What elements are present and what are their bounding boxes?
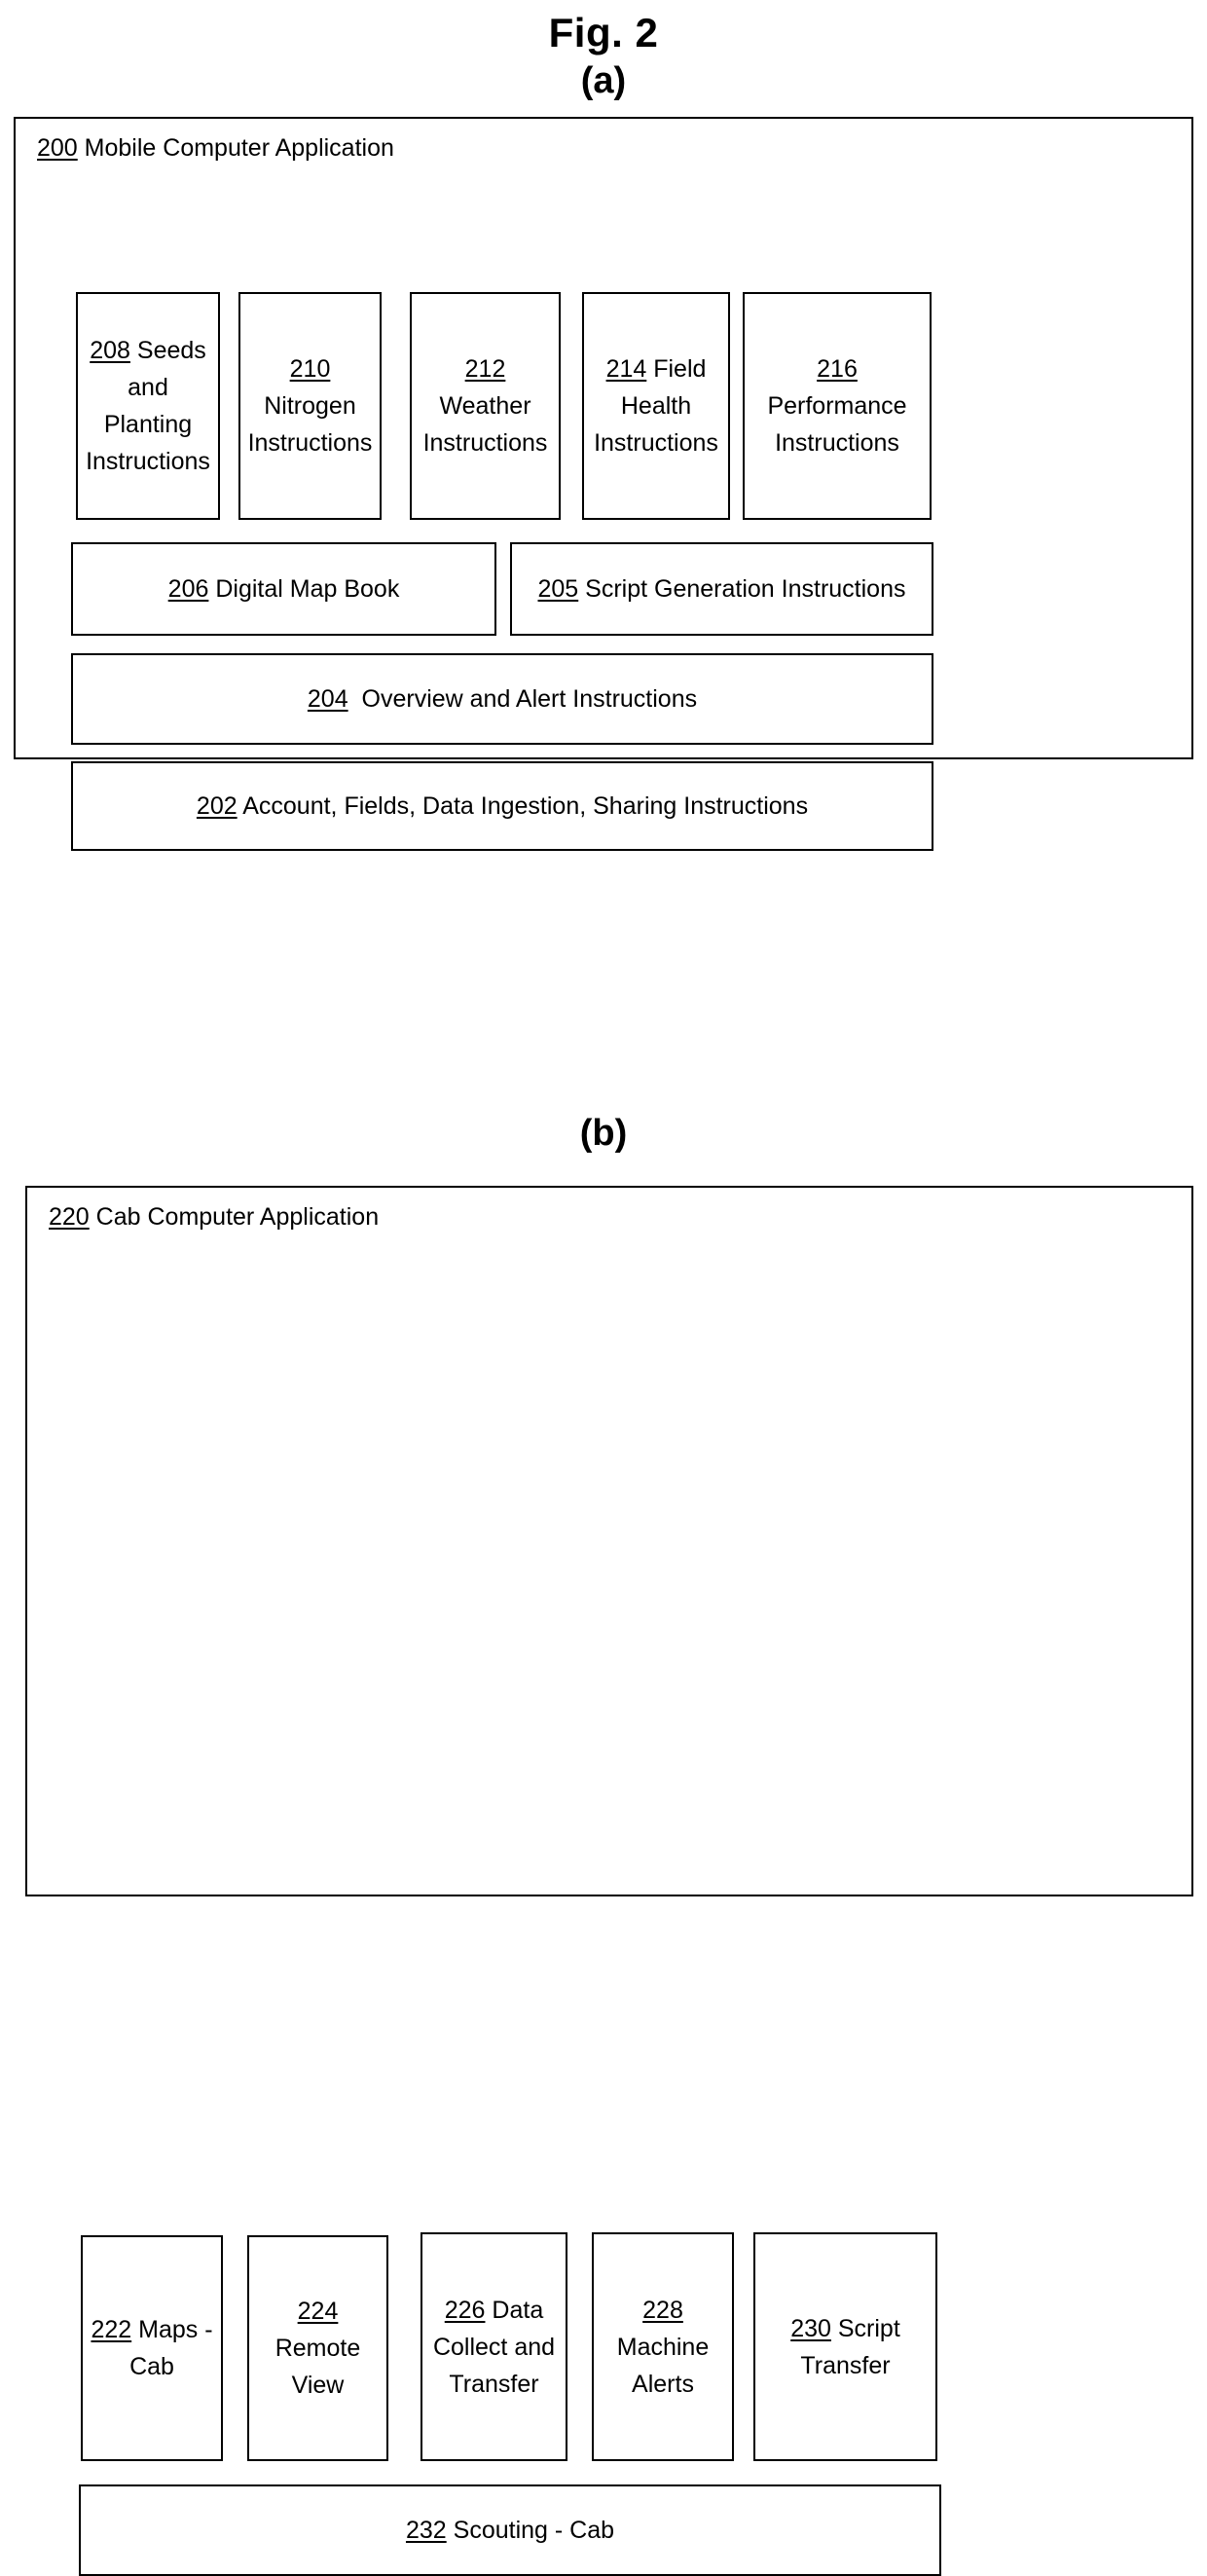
box-226-line3: Transfer [449, 2370, 539, 2398]
ref-224: 224 [297, 2298, 339, 2325]
mobile-computer-application-label: 200 Mobile Computer Application [37, 136, 394, 161]
box-214-field-health-instructions: 214 Field Health Instructions [582, 292, 730, 520]
box-212-line3: Instructions [422, 429, 548, 457]
ref-232: 232 [405, 2517, 447, 2544]
box-210-line2: Nitrogen [264, 392, 356, 420]
box-224-line1: Remote [274, 2335, 361, 2362]
ref-214: 214 [605, 355, 647, 383]
panel-a-letter: (a) [580, 60, 627, 101]
box-208-line1: Seeds [136, 337, 206, 364]
box-204-label: Overview and Alert Instructions [361, 685, 698, 713]
box-226-data-collect-and-transfer: 226 Data Collect and Transfer [421, 2232, 567, 2461]
box-205-script-generation-instructions: 205 Script Generation Instructions [510, 542, 933, 636]
box-206-digital-map-book: 206 Digital Map Book [71, 542, 496, 636]
cab-computer-application-label: 220 Cab Computer Application [49, 1205, 379, 1230]
ref-205: 205 [537, 575, 579, 603]
ref-230: 230 [790, 2314, 831, 2342]
ref-210: 210 [289, 355, 331, 383]
ref-204: 204 [307, 685, 348, 713]
box-205-label: Script Generation Instructions [585, 575, 906, 603]
box-214-line1: Field [653, 355, 707, 383]
box-222-maps-cab: 222 Maps - Cab [81, 2235, 223, 2461]
ref-208: 208 [90, 337, 130, 364]
box-208-line2: and Planting [103, 374, 193, 438]
box-222-line1: Maps - [138, 2316, 213, 2343]
box-226-line2: Collect and [432, 2333, 556, 2361]
box-228-line3: Alerts [632, 2370, 694, 2398]
box-216-performance-instructions: 216 Performance Instructions [743, 292, 932, 520]
box-202-label: Account, Fields, Data Ingestion, Sharing… [242, 792, 809, 820]
box-230-line2: Transfer [800, 2351, 891, 2379]
box-214-line2: Health [620, 392, 692, 420]
ref-228: 228 [642, 2296, 683, 2324]
ref-212: 212 [464, 355, 506, 383]
box-232-label: Scouting - Cab [453, 2517, 615, 2544]
panel-b-letter: (b) [579, 1113, 628, 1154]
figure-title: Fig. 2 [548, 10, 659, 55]
ref-222: 222 [91, 2316, 132, 2343]
ref-220: 220 [49, 1203, 90, 1231]
box-206-label: Digital Map Book [215, 575, 400, 603]
box-212-line2: Weather [439, 392, 531, 420]
box-230-script-transfer: 230 Script Transfer [753, 2232, 937, 2461]
patent-figure-page: Fig. 2 (a) 200 Mobile Computer Applicati… [0, 0, 1207, 2576]
box-230-line1: Script [837, 2314, 900, 2342]
box-232-scouting-cab: 232 Scouting - Cab [79, 2484, 941, 2576]
cab-computer-application-container: 220 Cab Computer Application 222 Maps - … [25, 1186, 1193, 2576]
ref-226: 226 [444, 2296, 486, 2324]
cab-computer-application-title: Cab Computer Application [95, 1203, 380, 1231]
box-208-seeds-and-planting-instructions: 208 Seeds and Planting Instructions [76, 292, 220, 520]
box-216-line3: Instructions [775, 429, 899, 457]
box-228-machine-alerts: 228 Machine Alerts [592, 2232, 734, 2461]
box-210-nitrogen-instructions: 210 Nitrogen Instructions [238, 292, 382, 520]
mobile-computer-application-title: Mobile Computer Application [84, 134, 394, 162]
box-204-overview-and-alert-instructions: 204 Overview and Alert Instructions [71, 653, 933, 745]
ref-202: 202 [196, 792, 238, 820]
box-214-line3: Instructions [594, 429, 718, 457]
box-202-account-fields-data-ingestion-sharing-instructions: 202 Account, Fields, Data Ingestion, Sha… [71, 761, 933, 851]
box-224-remote-view: 224 Remote View [247, 2235, 388, 2461]
ref-200: 200 [37, 134, 78, 162]
box-216-line2: Performance [767, 392, 907, 420]
box-228-line2: Machine [616, 2333, 710, 2361]
box-208-line3: Instructions [86, 448, 210, 475]
box-222-line2: Cab [129, 2353, 174, 2380]
ref-216: 216 [817, 355, 858, 383]
ref-206: 206 [167, 575, 209, 603]
box-226-line1: Data [492, 2296, 544, 2324]
box-212-weather-instructions: 212 Weather Instructions [410, 292, 561, 520]
mobile-computer-application-container: 200 Mobile Computer Application 208 Seed… [14, 117, 1193, 851]
box-224-line2: View [291, 2372, 345, 2399]
box-210-line3: Instructions [247, 429, 373, 457]
